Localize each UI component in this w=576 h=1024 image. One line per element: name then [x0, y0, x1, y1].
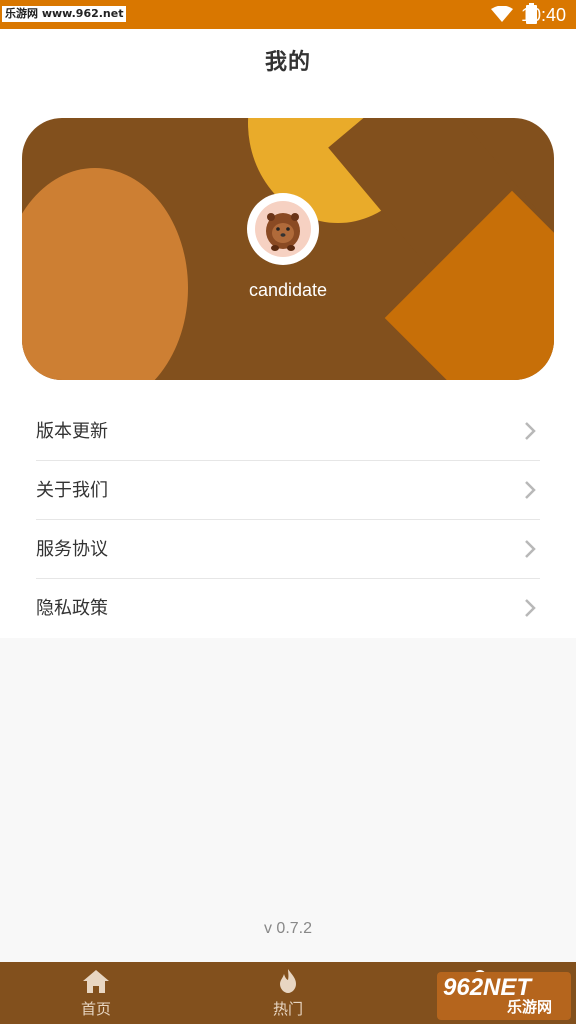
nav-item-hot[interactable]: 热门	[238, 962, 338, 1024]
settings-menu: 版本更新 关于我们 服务协议 隐私政策	[0, 402, 576, 638]
menu-item-terms[interactable]: 服务协议	[0, 520, 576, 579]
watermark-name: 乐游网	[507, 998, 553, 1016]
status-time: 10:40	[520, 5, 566, 25]
menu-item-about[interactable]: 关于我们	[0, 461, 576, 520]
chevron-right-icon	[525, 540, 536, 558]
hedgehog-avatar-icon	[255, 201, 311, 257]
menu-item-label: 服务协议	[36, 539, 108, 560]
username: candidate	[248, 280, 328, 300]
watermark-logo: 962NET 乐游网	[437, 972, 571, 1020]
menu-item-label: 关于我们	[36, 480, 108, 501]
profile-card: candidate	[22, 118, 554, 380]
version-label: v 0.7.2	[263, 920, 313, 937]
chevron-right-icon	[525, 481, 536, 499]
page-title: 我的	[264, 50, 311, 75]
watermark-label: 乐游网 www.962.net	[2, 6, 127, 22]
menu-item-label: 隐私政策	[36, 598, 108, 619]
menu-item-label: 版本更新	[36, 421, 108, 442]
menu-item-update[interactable]: 版本更新	[0, 402, 576, 461]
status-bar: 乐游网 www.962.net 10:40	[0, 0, 576, 29]
flame-icon	[280, 969, 296, 993]
header: 我的	[0, 29, 576, 97]
nav-item-home[interactable]: 首页	[46, 962, 146, 1024]
avatar[interactable]	[247, 193, 319, 265]
chevron-right-icon	[525, 599, 536, 617]
wifi-icon	[491, 6, 513, 22]
nav-label: 热门	[272, 1000, 303, 1018]
home-icon	[83, 970, 109, 993]
nav-label: 首页	[80, 1000, 111, 1018]
menu-item-privacy[interactable]: 隐私政策	[0, 579, 576, 638]
decor-circle	[22, 168, 188, 380]
chevron-right-icon	[525, 422, 536, 440]
